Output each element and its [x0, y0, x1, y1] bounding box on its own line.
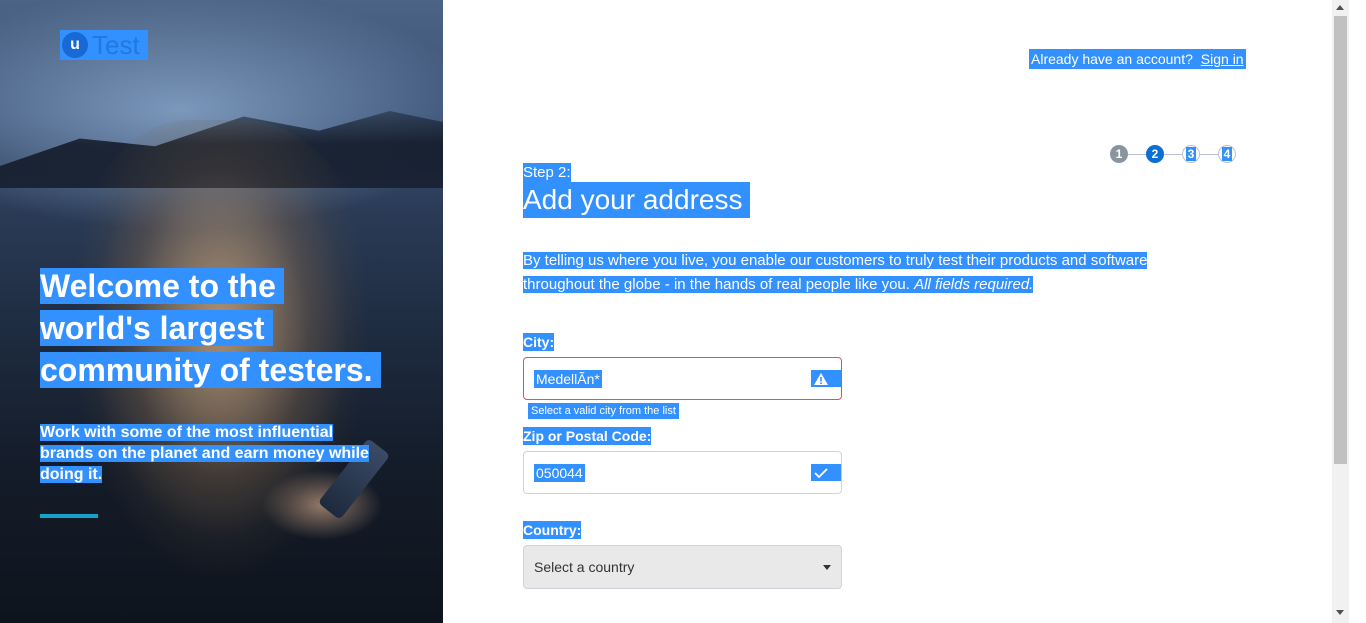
- step-3: 3: [1182, 145, 1200, 163]
- hero-headline-line: world's largest: [40, 310, 273, 346]
- zip-label: Zip or Postal Code:: [523, 427, 652, 445]
- hero-subtext-line: brands on the planet and earn money whil…: [40, 445, 369, 462]
- scroll-up-arrow-icon[interactable]: [1336, 5, 1344, 10]
- hero-subtext-line: doing it.: [40, 466, 103, 483]
- country-select[interactable]: Select a country: [523, 545, 842, 589]
- window-edge: [1349, 0, 1366, 623]
- step-2: 2: [1146, 145, 1164, 163]
- step-connector: [1128, 154, 1146, 155]
- scroll-down-arrow-icon[interactable]: [1336, 610, 1344, 615]
- hero-subtext: Work with some of the most influential b…: [40, 422, 400, 485]
- step-connector: [1164, 154, 1182, 155]
- page-title: Add your address: [523, 182, 751, 218]
- city-field[interactable]: MedellÃn*: [523, 357, 842, 400]
- form-description: By telling us where you live, you enable…: [523, 249, 1203, 297]
- hero-headline: Welcome to the world's largest community…: [40, 265, 400, 391]
- utest-logo[interactable]: u Test: [60, 30, 148, 60]
- hero-headline-line: community of testers.: [40, 352, 381, 388]
- signin-prompt: Already have an account? Sign in: [1029, 49, 1246, 69]
- logo-mark: u: [62, 32, 88, 58]
- step-label: Step 2:: [523, 163, 571, 183]
- zip-input-value[interactable]: 050044: [534, 464, 585, 482]
- step-3-number: 3: [1185, 147, 1197, 161]
- country-label: Country:: [523, 521, 582, 539]
- step-connector: [1200, 154, 1218, 155]
- step-2-number: 2: [1151, 147, 1159, 161]
- zip-field[interactable]: 050044: [523, 451, 842, 494]
- warning-icon: [811, 370, 841, 387]
- step-indicator: 1 2 3 4: [1110, 145, 1236, 163]
- city-label: City:: [523, 333, 555, 351]
- step-1: 1: [1110, 145, 1128, 163]
- country-select-placeholder: Select a country: [534, 559, 635, 575]
- signin-prompt-text: Already have an account?: [1031, 51, 1193, 67]
- step-4: 4: [1218, 145, 1236, 163]
- city-input-value[interactable]: MedellÃn*: [534, 370, 602, 388]
- city-error-message: Select a valid city from the list: [528, 403, 679, 419]
- check-icon: [811, 464, 841, 481]
- hero-subtext-line: Work with some of the most influential: [40, 424, 334, 441]
- step-4-number: 4: [1221, 147, 1233, 161]
- logo-word: Test: [92, 30, 140, 60]
- form-description-text: By telling us where you live, you enable…: [523, 252, 1148, 293]
- hero-panel: u Test Welcome to the world's largest co…: [0, 0, 443, 623]
- page-scrollbar[interactable]: [1332, 0, 1349, 623]
- hero-accent-bar: [40, 514, 98, 518]
- hero-headline-line: Welcome to the: [40, 268, 284, 304]
- scrollbar-thumb[interactable]: [1334, 16, 1347, 464]
- signin-link[interactable]: Sign in: [1201, 51, 1244, 67]
- chevron-down-icon: [823, 565, 831, 570]
- form-description-note: All fields required.: [914, 276, 1034, 293]
- step-1-number: 1: [1115, 147, 1123, 161]
